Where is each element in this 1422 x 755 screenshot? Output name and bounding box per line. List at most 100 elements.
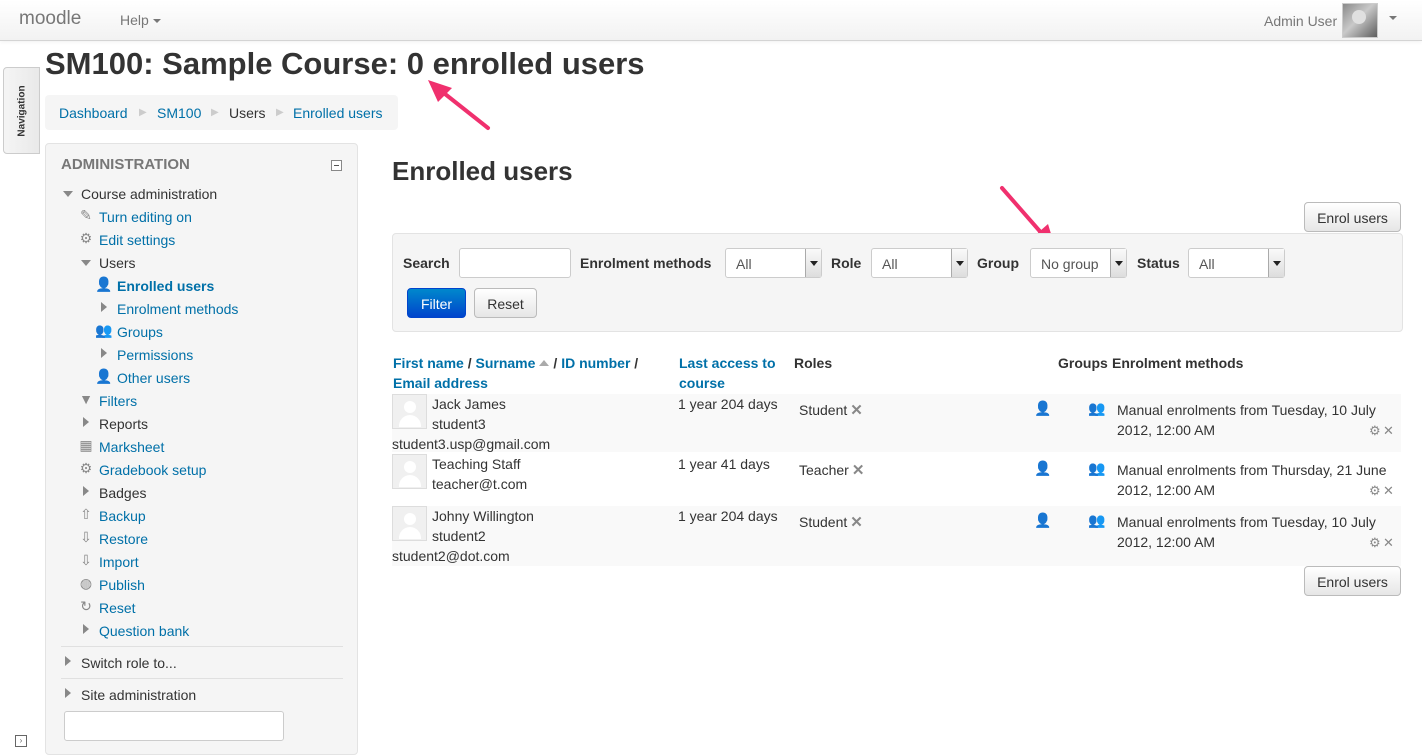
enrolled-users-link[interactable]: Enrolled users xyxy=(117,278,214,294)
marksheet-link[interactable]: Marksheet xyxy=(99,439,164,455)
user-full-name[interactable]: Jack James xyxy=(432,394,506,414)
enrolment-methods-label: Enrolment methods xyxy=(580,255,712,271)
collapsed-icon[interactable] xyxy=(101,348,107,358)
unenrol-remove-icon[interactable]: ✕ xyxy=(1383,423,1394,439)
sort-first-name[interactable]: First name xyxy=(393,355,464,371)
help-menu[interactable]: Help xyxy=(120,12,161,28)
breadcrumb-separator-icon: ▶ xyxy=(211,107,219,118)
collapsed-icon[interactable] xyxy=(83,624,89,634)
import-link[interactable]: Import xyxy=(99,554,139,570)
user-menu-name[interactable]: Admin User xyxy=(1264,13,1337,29)
question-bank-link[interactable]: Question bank xyxy=(99,623,189,639)
users-node[interactable]: Users xyxy=(99,255,136,271)
filters-link[interactable]: Filters xyxy=(99,393,137,409)
user-add-icon: 👤 xyxy=(95,368,113,384)
gear-icon: ⚙ xyxy=(79,460,93,476)
sort-email[interactable]: Email address xyxy=(393,375,488,391)
permissions-link[interactable]: Permissions xyxy=(117,347,193,363)
reports-node[interactable]: Reports xyxy=(99,416,148,432)
site-brand[interactable]: moodle xyxy=(19,8,81,30)
sort-surname[interactable]: Surname xyxy=(475,355,535,371)
table-row: Johny Willington student2 student2@dot.c… xyxy=(392,506,1401,566)
user-avatar[interactable] xyxy=(1342,3,1378,38)
breadcrumb-enrolled-users[interactable]: Enrolled users xyxy=(293,105,383,121)
last-access: 1 year 204 days xyxy=(678,508,778,524)
reset-link[interactable]: Reset xyxy=(99,600,136,616)
breadcrumb-dashboard[interactable]: Dashboard xyxy=(59,105,128,121)
collapsed-icon[interactable] xyxy=(65,656,71,666)
remove-role-icon[interactable]: ✕ xyxy=(850,514,863,531)
expanded-icon[interactable] xyxy=(81,260,91,266)
collapsed-icon[interactable] xyxy=(83,486,89,496)
help-menu-label: Help xyxy=(120,12,149,28)
expanded-icon[interactable] xyxy=(63,191,73,197)
remove-role-icon[interactable]: ✕ xyxy=(852,462,865,479)
main-heading: Enrolled users xyxy=(392,156,573,186)
role-select[interactable]: All xyxy=(871,248,968,278)
edit-settings-link[interactable]: Edit settings xyxy=(99,232,175,248)
filter-button[interactable]: Filter xyxy=(407,288,466,318)
badges-node[interactable]: Badges xyxy=(99,485,146,501)
course-administration-node[interactable]: Course administration xyxy=(81,186,217,202)
backup-link[interactable]: Backup xyxy=(99,508,146,524)
enrolment-method-line2: 2012, 12:00 AM xyxy=(1117,534,1216,550)
edit-enrolment-gear-icon[interactable]: ⚙ xyxy=(1369,423,1381,439)
other-users-link[interactable]: Other users xyxy=(117,370,190,386)
search-input[interactable] xyxy=(459,248,571,278)
switch-role-node[interactable]: Switch role to... xyxy=(81,655,177,671)
collapsed-icon[interactable] xyxy=(83,417,89,427)
role-name: Student xyxy=(799,402,848,418)
dock-icon[interactable]: › xyxy=(15,735,27,747)
user-full-name[interactable]: Teaching Staff xyxy=(432,454,520,474)
enrol-users-button-bottom[interactable]: Enrol users xyxy=(1304,566,1401,596)
collapsed-icon[interactable] xyxy=(101,302,107,312)
enrol-users-button-top[interactable]: Enrol users xyxy=(1304,202,1401,232)
breadcrumb-sm100[interactable]: SM100 xyxy=(157,105,201,121)
user-menu-caret-icon[interactable] xyxy=(1389,16,1397,20)
edit-enrolment-gear-icon[interactable]: ⚙ xyxy=(1369,483,1381,499)
collapsed-icon[interactable] xyxy=(65,688,71,698)
download-icon: ⇩ xyxy=(80,529,92,545)
table-row: Teaching Staff teacher@t.com 1 year 41 d… xyxy=(392,454,1401,504)
user-email: student3.usp@gmail.com xyxy=(392,436,551,452)
filter-icon: ▼ xyxy=(79,391,93,407)
restore-link[interactable]: Restore xyxy=(99,531,148,547)
groups-link[interactable]: Groups xyxy=(117,324,163,340)
enrolment-methods-select[interactable]: All xyxy=(725,248,822,278)
status-select[interactable]: All xyxy=(1188,248,1285,278)
user-picture[interactable] xyxy=(392,506,427,541)
enrolment-methods-link[interactable]: Enrolment methods xyxy=(117,301,238,317)
unenrol-remove-icon[interactable]: ✕ xyxy=(1383,483,1394,499)
user-full-name[interactable]: Johny Willington xyxy=(432,506,534,526)
role-name: Student xyxy=(799,514,848,530)
gradebook-setup-link[interactable]: Gradebook setup xyxy=(99,462,206,478)
role-badge: Student ✕ xyxy=(799,400,863,421)
turn-editing-on-link[interactable]: Turn editing on xyxy=(99,209,192,225)
publish-link[interactable]: Publish xyxy=(99,577,145,593)
user-picture[interactable] xyxy=(392,454,427,489)
add-to-group-icon[interactable]: 👤 xyxy=(1034,512,1051,529)
reset-button[interactable]: Reset xyxy=(474,288,537,318)
sort-last-access[interactable]: Last access to course xyxy=(679,355,776,391)
sort-id-number[interactable]: ID number xyxy=(561,355,630,371)
filter-panel: Search Enrolment methods All Role All Gr… xyxy=(392,233,1403,332)
add-to-group-icon[interactable]: 👤 xyxy=(1034,460,1051,477)
user-picture[interactable] xyxy=(392,394,427,429)
refresh-icon: ↻ xyxy=(80,598,92,614)
chevron-down-icon xyxy=(1110,249,1126,277)
role-name: Teacher xyxy=(799,462,849,478)
edit-enrolment-gear-icon[interactable]: ⚙ xyxy=(1369,535,1381,551)
enrolment-method-line2: 2012, 12:00 AM xyxy=(1117,482,1216,498)
last-access: 1 year 204 days xyxy=(678,396,778,412)
divider xyxy=(61,646,343,647)
add-to-group-icon[interactable]: 👤 xyxy=(1034,400,1051,417)
name-column-header: First name / Surname / ID number / Email … xyxy=(393,355,639,391)
navigation-dock-tab[interactable]: Navigation xyxy=(3,67,40,154)
status-value: All xyxy=(1199,256,1215,272)
collapse-icon[interactable] xyxy=(331,160,342,171)
group-select[interactable]: No group xyxy=(1030,248,1127,278)
remove-role-icon[interactable]: ✕ xyxy=(850,402,863,419)
unenrol-remove-icon[interactable]: ✕ xyxy=(1383,535,1394,551)
admin-search-input[interactable] xyxy=(64,711,284,741)
site-administration-node[interactable]: Site administration xyxy=(81,687,196,703)
